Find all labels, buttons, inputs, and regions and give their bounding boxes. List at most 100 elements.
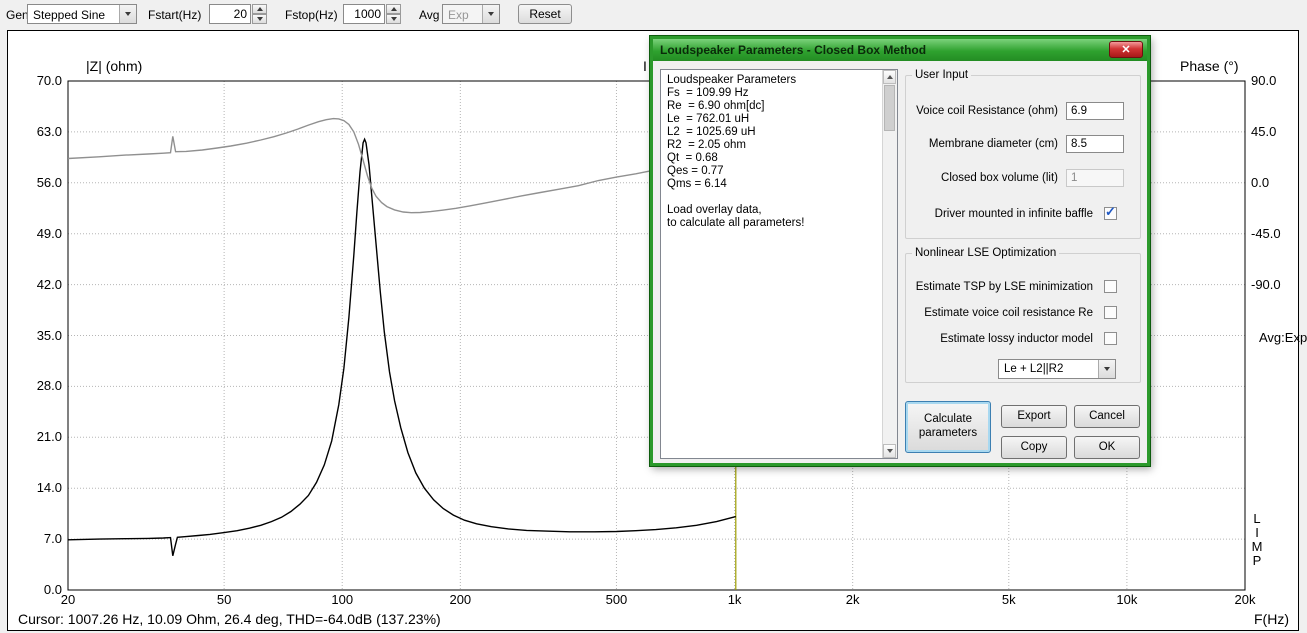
generator-select-arrow[interactable] xyxy=(119,5,136,23)
x-tick-label: 10k xyxy=(1116,592,1138,607)
estimate-re-label: Estimate voice coil resistance Re xyxy=(924,307,1093,319)
y-left-tick-label: 21.0 xyxy=(36,429,62,445)
close-button[interactable]: ✕ xyxy=(1109,41,1143,58)
user-input-group: User Input Voice coil Resistance (ohm) M… xyxy=(905,69,1141,239)
loudspeaker-parameters-dialog: Loudspeaker Parameters - Closed Box Meth… xyxy=(650,36,1150,466)
x-tick-label: 500 xyxy=(605,592,628,607)
estimate-re-checkbox[interactable]: ✓ xyxy=(1104,306,1117,319)
membrane-diameter-label: Membrane diameter (cm) xyxy=(928,138,1058,150)
list-item: L2 = 1025.69 uH xyxy=(667,126,756,138)
baffle-checkbox[interactable]: ✓ xyxy=(1104,204,1117,220)
fstart-spin-down-button[interactable] xyxy=(252,14,267,24)
fstart-label: Fstart(Hz) xyxy=(148,8,202,22)
form-row: Estimate lossy inductor model ✓ xyxy=(906,329,1140,349)
scroll-up-button[interactable] xyxy=(883,70,896,84)
x-tick-label: 20 xyxy=(60,592,76,607)
form-row: Estimate TSP by LSE minimization ✓ xyxy=(906,277,1140,297)
y-right-tick-label: 0.0 xyxy=(1251,174,1270,190)
results-listbox[interactable]: Loudspeaker Parameters Fs = 109.99 Hz Re =… xyxy=(660,69,898,459)
avg-select-arrow xyxy=(482,5,499,23)
fstop-spin-down-button[interactable] xyxy=(386,14,401,24)
generator-select[interactable]: Stepped Sine xyxy=(27,4,137,24)
scroll-down-button[interactable] xyxy=(883,444,896,458)
estimate-tsp-checkbox[interactable]: ✓ xyxy=(1104,280,1117,293)
list-item: I xyxy=(1255,525,1259,540)
export-button[interactable]: Export xyxy=(1001,405,1067,428)
list-item: Qms = 6.14 xyxy=(667,178,727,190)
inductor-model-value: Le + L2||R2 xyxy=(1004,363,1064,375)
y-right-axis-title: Phase (°) xyxy=(1180,58,1239,74)
x-tick-label: 20k xyxy=(1234,592,1256,607)
user-input-group-label: User Input xyxy=(915,69,969,81)
list-item: Load overlay data, xyxy=(667,204,762,216)
limp-application-window: Gen Stepped Sine Fstart(Hz) Fstop(Hz) Av… xyxy=(0,0,1307,633)
reset-button[interactable]: Reset xyxy=(518,4,572,24)
fstop-spin-up-button[interactable] xyxy=(386,4,401,14)
list-item: M xyxy=(1251,539,1263,554)
x-tick-label: 5k xyxy=(1001,592,1016,607)
y-left-tick-label: 63.0 xyxy=(36,123,62,139)
fstart-input[interactable] xyxy=(209,4,251,24)
spin-up-icon xyxy=(256,7,263,11)
list-item xyxy=(667,191,877,204)
y-right-tick-label: 90.0 xyxy=(1251,73,1277,88)
dialog-body: Loudspeaker Parameters Fs = 109.99 Hz Re =… xyxy=(653,61,1147,463)
limp-vertical-label: LIMP xyxy=(1250,512,1264,568)
results-scrollbar[interactable] xyxy=(882,70,897,458)
check-icon: ✓ xyxy=(1105,204,1116,219)
x-tick-label: 2k xyxy=(845,592,860,607)
lse-group-label: Nonlinear LSE Optimization xyxy=(915,247,1057,259)
avg-label: Avg xyxy=(419,8,440,22)
voice-coil-resistance-input[interactable] xyxy=(1066,102,1124,120)
inductor-model-select[interactable]: Le + L2||R2 xyxy=(998,359,1116,379)
fstop-label: Fstop(Hz) xyxy=(285,8,338,22)
y-left-tick-label: 14.0 xyxy=(36,480,62,496)
estimate-lossy-inductor-label: Estimate lossy inductor model xyxy=(940,333,1093,345)
y-right-tick-label: 45.0 xyxy=(1251,123,1277,139)
list-item: Loudspeaker Parameters xyxy=(667,74,797,86)
dialog-title: Loudspeaker Parameters - Closed Box Meth… xyxy=(660,43,927,57)
list-item: Fs = 109.99 Hz xyxy=(667,87,749,99)
y-left-tick-label: 35.0 xyxy=(36,327,62,343)
cancel-button[interactable]: Cancel xyxy=(1074,405,1140,428)
x-tick-label: 100 xyxy=(331,592,354,607)
x-axis-title: F(Hz) xyxy=(1254,611,1289,627)
list-item: Qes = 0.77 xyxy=(667,165,724,177)
chevron-down-icon xyxy=(488,12,494,16)
lse-optimization-group: Nonlinear LSE Optimization Estimate TSP … xyxy=(905,247,1141,383)
form-row: Membrane diameter (cm) xyxy=(906,134,1140,154)
toolbar: Gen Stepped Sine Fstart(Hz) Fstop(Hz) Av… xyxy=(0,0,1307,29)
x-tick-label: 200 xyxy=(449,592,472,607)
cursor-status-line: Cursor: 1007.26 Hz, 10.09 Ohm, 26.4 deg,… xyxy=(18,611,441,627)
scrollbar-thumb[interactable] xyxy=(884,85,895,131)
spin-down-icon xyxy=(256,17,263,21)
dialog-titlebar[interactable]: Loudspeaker Parameters - Closed Box Meth… xyxy=(653,39,1147,61)
scroll-up-icon xyxy=(886,75,893,79)
spin-up-icon xyxy=(390,7,397,11)
voice-coil-resistance-label: Voice coil Resistance (ohm) xyxy=(916,105,1058,117)
x-tick-label: 50 xyxy=(216,592,232,607)
list-item: R2 = 2.05 ohm xyxy=(667,139,746,151)
fstop-input[interactable] xyxy=(343,4,385,24)
y-left-tick-label: 7.0 xyxy=(43,531,62,547)
y-left-tick-label: 28.0 xyxy=(36,378,62,394)
baffle-checkbox-label: Driver mounted in infinite baffle xyxy=(934,208,1093,220)
avg-indicator: Avg:Exp xyxy=(1259,330,1307,345)
closed-box-volume-label: Closed box volume (lit) xyxy=(941,172,1058,184)
chevron-down-icon xyxy=(125,12,131,16)
list-item: to calculate all parameters! xyxy=(667,217,805,229)
scroll-down-icon xyxy=(886,449,893,453)
copy-button[interactable]: Copy xyxy=(1001,436,1067,459)
y-right-tick-label: -45.0 xyxy=(1251,225,1281,241)
inductor-model-arrow[interactable] xyxy=(1098,360,1115,378)
y-left-tick-label: 49.0 xyxy=(36,225,62,241)
ok-button[interactable]: OK xyxy=(1074,436,1140,459)
calculate-parameters-button[interactable]: Calculate parameters xyxy=(905,401,991,453)
fstart-spin-up-button[interactable] xyxy=(252,4,267,14)
gen-label: Gen xyxy=(6,8,29,22)
y-right-tick-label: -90.0 xyxy=(1251,276,1281,292)
estimate-lossy-inductor-checkbox[interactable]: ✓ xyxy=(1104,332,1117,345)
x-tick-label: 1k xyxy=(727,592,742,607)
membrane-diameter-input[interactable] xyxy=(1066,135,1124,153)
list-item: Qt = 0.68 xyxy=(667,152,718,164)
